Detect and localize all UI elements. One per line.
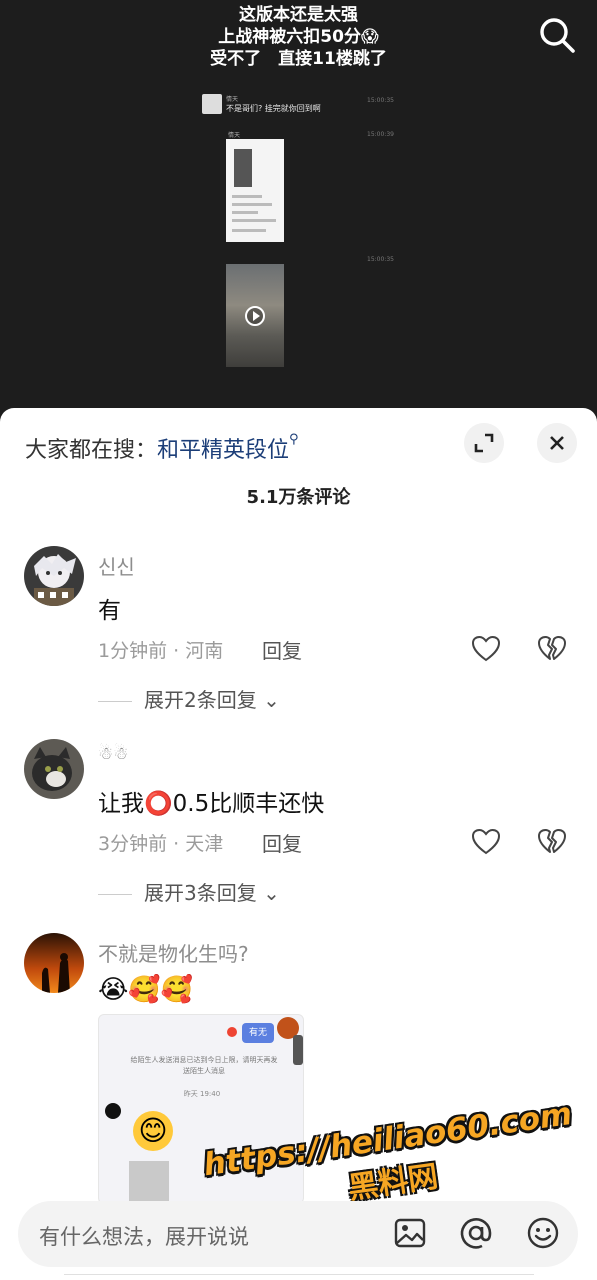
comment-username[interactable]: ☃☃ [98,744,128,764]
expand-replies-label: 展开3条回复 [144,881,257,905]
hot-search-keyword[interactable]: 和平精英段位 [157,438,289,463]
comment-time-location: 1分钟前 · 河南 [98,640,224,662]
chat-text: 不是哥们? 挂完就你回到啊 [226,104,321,113]
screenshot-avatar-small [105,1103,121,1119]
search-icon[interactable] [536,14,578,56]
search-small-icon: ⚲ [289,432,299,447]
reply-button[interactable]: 回复 [262,635,302,664]
caption-line: 受不了 直接11楼跳了 [210,49,387,69]
comment-count: 5.1万条评论 [246,487,351,508]
expand-replies-button[interactable]: 展开2条回复 ⌄ [98,684,280,713]
broken-heart-icon[interactable] [537,827,567,857]
chat-avatar [202,94,222,114]
comment-time-location: 3分钟前 · 天津 [98,833,224,855]
chat-message: 情天 不是哥们? 挂完就你回到啊 [202,94,392,116]
heart-icon[interactable] [471,634,501,664]
emoji-sticker: 😊 [133,1111,173,1151]
screenshot-time: 昨天 19:40 [183,1090,221,1098]
chat-time: 15:00:35 [367,97,394,104]
hot-search[interactable]: 大家都在搜：和平精英段位⚲ [25,432,299,464]
broken-heart-icon[interactable] [537,634,567,664]
avatar[interactable] [24,933,84,993]
chat-image-thumbnail [226,139,284,242]
error-icon [227,1027,237,1037]
chat-video-thumbnail [226,264,284,367]
screenshot-thumb [129,1161,169,1203]
chat-time: 15:00:39 [367,131,394,138]
chevron-down-icon: ⌄ [256,881,280,905]
comment-input-placeholder: 有什么想法，展开说说 [39,1225,249,1249]
at-icon[interactable] [458,1215,494,1251]
caption-line: 上战神被六扣50分😱 [218,27,379,47]
caption-line: 这版本还是太强 [239,5,358,25]
avatar[interactable] [24,546,84,606]
emoji-icon[interactable] [525,1215,561,1251]
screenshot-button: 有无 [242,1023,274,1043]
expand-replies-label: 展开2条回复 [144,688,257,712]
screenshot-notice: 给陌生人发送消息已达到今日上限，请明天再发送陌生人消息 [130,1056,278,1075]
comment-input[interactable]: 有什么想法，展开说说 [18,1201,578,1267]
side-handle [293,1035,303,1065]
heart-icon[interactable] [471,827,501,857]
image-icon[interactable] [392,1215,428,1251]
hot-search-prefix: 大家都在搜： [25,438,158,463]
expand-replies-button[interactable]: 展开3条回复 ⌄ [98,877,280,906]
bottom-divider [64,1274,534,1278]
comment-username[interactable]: 不就是物化生吗? [98,938,249,967]
comment-text: 😭🥰🥰 [98,975,194,1005]
chevron-down-icon: ⌄ [256,688,280,712]
avatar[interactable] [24,739,84,799]
reply-button[interactable]: 回复 [262,828,302,857]
expand-icon[interactable] [464,423,504,463]
video-caption: 这版本还是太强 上战神被六扣50分😱 受不了 直接11楼跳了 [0,4,597,70]
comment-text: 让我⭕0.5比顺丰还快 [98,791,325,817]
chat-time: 15:00:35 [367,256,394,263]
play-icon [245,306,265,326]
comment-text: 有 [98,598,121,624]
video-player[interactable]: 这版本还是太强 上战神被六扣50分😱 受不了 直接11楼跳了 情天 不是哥们? … [0,0,597,420]
chat-name: 情天 [228,132,241,139]
comment-username[interactable]: 신신 [98,551,135,580]
close-icon[interactable] [537,423,577,463]
chat-name: 情天 [226,96,239,103]
